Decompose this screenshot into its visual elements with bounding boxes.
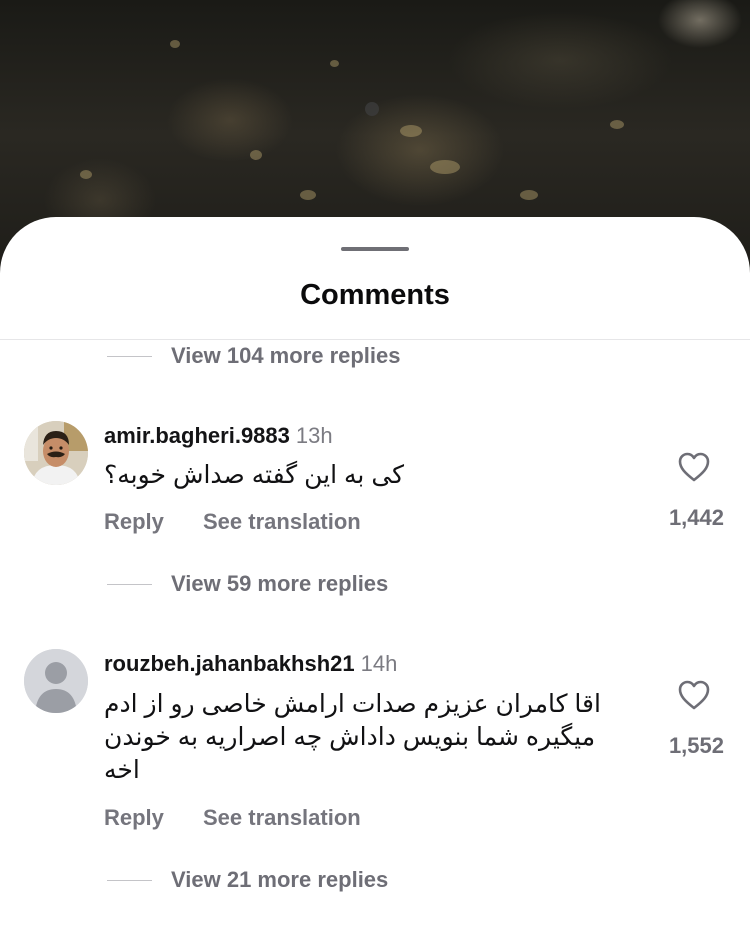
drag-handle[interactable] xyxy=(341,247,409,251)
comments-sheet: Comments View 104 more replies amir.bagh… xyxy=(0,217,750,930)
comment-meta: amir.bagheri.9883 13h xyxy=(104,423,333,449)
timestamp: 14h xyxy=(360,651,398,676)
comment-meta: rouzbeh.jahanbakhsh21 14h xyxy=(104,651,397,677)
view-more-replies-button[interactable]: View 104 more replies xyxy=(107,341,401,371)
replies-line xyxy=(107,355,152,357)
avatar-photo-icon xyxy=(24,421,88,485)
like-count: 1,442 xyxy=(668,505,724,530)
replies-line xyxy=(107,583,152,585)
reply-button[interactable]: Reply xyxy=(104,805,164,831)
see-translation-button[interactable]: See translation xyxy=(203,509,361,535)
view-more-replies-label: View 59 more replies xyxy=(171,571,389,596)
view-more-replies-button[interactable]: View 21 more replies xyxy=(107,865,388,895)
view-more-replies-button[interactable]: View 59 more replies xyxy=(107,569,388,599)
avatar[interactable] xyxy=(24,421,88,485)
reply-button[interactable]: Reply xyxy=(104,509,164,535)
like-count: 1,552 xyxy=(668,733,724,758)
view-more-replies-label: View 21 more replies xyxy=(171,867,389,892)
see-translation-button[interactable]: See translation xyxy=(203,805,361,831)
username[interactable]: rouzbeh.jahanbakhsh21 xyxy=(104,651,355,676)
view-more-replies-label: View 104 more replies xyxy=(171,343,401,368)
sheet-title: Comments xyxy=(300,279,450,311)
heart-outline-icon[interactable] xyxy=(677,679,711,711)
avatar[interactable] xyxy=(24,649,88,713)
divider xyxy=(0,339,750,340)
person-silhouette-icon xyxy=(24,649,88,713)
username[interactable]: amir.bagheri.9883 xyxy=(104,423,290,448)
comment-text: اقا کامران عزیزم صدات ارامش خاصی رو از ا… xyxy=(104,690,601,784)
timestamp: 13h xyxy=(295,423,333,448)
replies-line xyxy=(107,879,152,881)
comment-text: کی به این گفته صداش خوبه؟ xyxy=(104,461,405,489)
heart-outline-icon[interactable] xyxy=(677,451,711,483)
